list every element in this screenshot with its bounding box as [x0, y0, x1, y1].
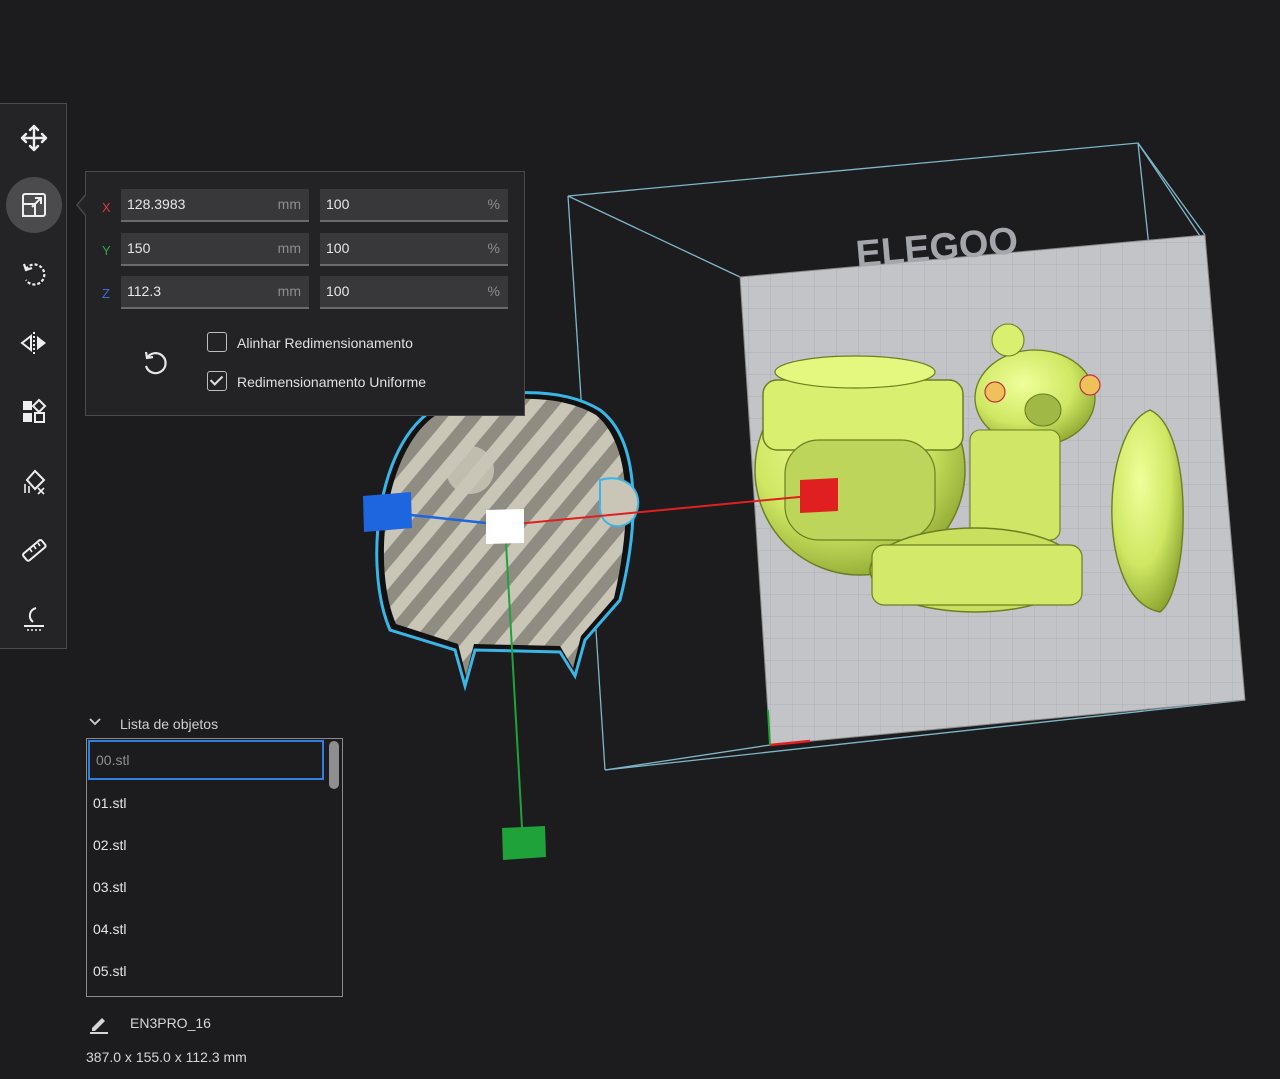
list-item[interactable]: 04.stl — [87, 909, 323, 949]
list-item[interactable]: 01.stl — [87, 783, 323, 823]
axis-label-x: X — [102, 200, 111, 215]
chevron-down-icon — [89, 718, 101, 726]
list-item[interactable]: 00.stl — [88, 740, 324, 780]
arrange-icon — [23, 398, 47, 423]
mirror-icon — [20, 332, 46, 354]
uniform-scale-label: Redimensionamento Uniforme — [237, 374, 427, 390]
move-tool-button[interactable] — [6, 110, 62, 166]
scale-tool-button[interactable] — [6, 177, 62, 233]
gizmo-x-handle[interactable] — [800, 478, 838, 513]
pencil-icon — [90, 1018, 108, 1034]
percent-y-unit: % — [487, 240, 500, 256]
object-list-title: Lista de objetos — [120, 716, 219, 732]
rotate-icon — [22, 263, 46, 286]
percent-y-input[interactable]: 100 % — [320, 233, 508, 266]
reset-scale-button[interactable] — [138, 346, 172, 380]
tool-sidebar — [0, 103, 67, 649]
supports-tool-button[interactable] — [6, 453, 62, 509]
scale-icon — [22, 193, 46, 217]
lay-flat-icon — [24, 607, 44, 631]
axis-label-z: Z — [102, 286, 110, 301]
arrange-tool-button[interactable] — [6, 384, 62, 440]
list-item[interactable]: 02.stl — [87, 825, 323, 865]
gizmo-center-handle[interactable] — [486, 509, 524, 544]
percent-x-input[interactable]: 100 % — [320, 189, 508, 222]
scene-dimensions: 387.0 x 155.0 x 112.3 mm — [86, 1049, 247, 1065]
printer-name: EN3PRO_16 — [130, 1015, 211, 1031]
percent-z-value: 100 — [326, 283, 350, 299]
size-z-unit: mm — [277, 283, 301, 299]
list-item[interactable]: 03.stl — [87, 867, 323, 907]
percent-x-value: 100 — [326, 196, 350, 212]
align-scale-label: Alinhar Redimensionamento — [237, 335, 413, 351]
axis-label-y: Y — [102, 243, 111, 258]
edit-printer-button[interactable] — [88, 1012, 110, 1034]
mirror-tool-button[interactable] — [6, 315, 62, 371]
scale-panel: X 128.3983 mm 100 % Y 150 mm 100 % Z 112… — [85, 171, 525, 416]
move-icon — [20, 124, 48, 152]
size-x-value: 128.3983 — [127, 196, 186, 212]
panel-pointer-fill — [78, 194, 87, 216]
list-item[interactable]: 05.stl — [87, 951, 323, 991]
percent-y-value: 100 — [326, 240, 350, 256]
measure-tool-button[interactable] — [6, 522, 62, 578]
size-y-value: 150 — [127, 240, 151, 256]
object-list-header[interactable]: Lista de objetos — [86, 712, 346, 736]
supports-icon — [24, 469, 46, 495]
uniform-scale-checkbox[interactable] — [207, 371, 227, 391]
percent-z-unit: % — [487, 283, 500, 299]
size-y-unit: mm — [277, 240, 301, 256]
measure-icon — [22, 539, 47, 562]
size-x-unit: mm — [277, 196, 301, 212]
size-y-input[interactable]: 150 mm — [121, 233, 309, 266]
rotate-tool-button[interactable] — [6, 246, 62, 302]
align-scale-checkbox[interactable] — [207, 332, 227, 352]
reset-icon — [144, 351, 167, 375]
percent-x-unit: % — [487, 196, 500, 212]
size-z-value: 112.3 — [127, 283, 161, 299]
percent-z-input[interactable]: 100 % — [320, 276, 508, 309]
gizmo-y-handle[interactable] — [502, 826, 546, 860]
size-z-input[interactable]: 112.3 mm — [121, 276, 309, 309]
object-list-scrollbar[interactable] — [329, 741, 339, 789]
gizmo-z-handle[interactable] — [363, 492, 412, 532]
size-x-input[interactable]: 128.3983 mm — [121, 189, 309, 222]
object-list: 00.stl 01.stl 02.stl 03.stl 04.stl 05.st… — [86, 738, 343, 997]
lay-flat-tool-button[interactable] — [6, 591, 62, 647]
